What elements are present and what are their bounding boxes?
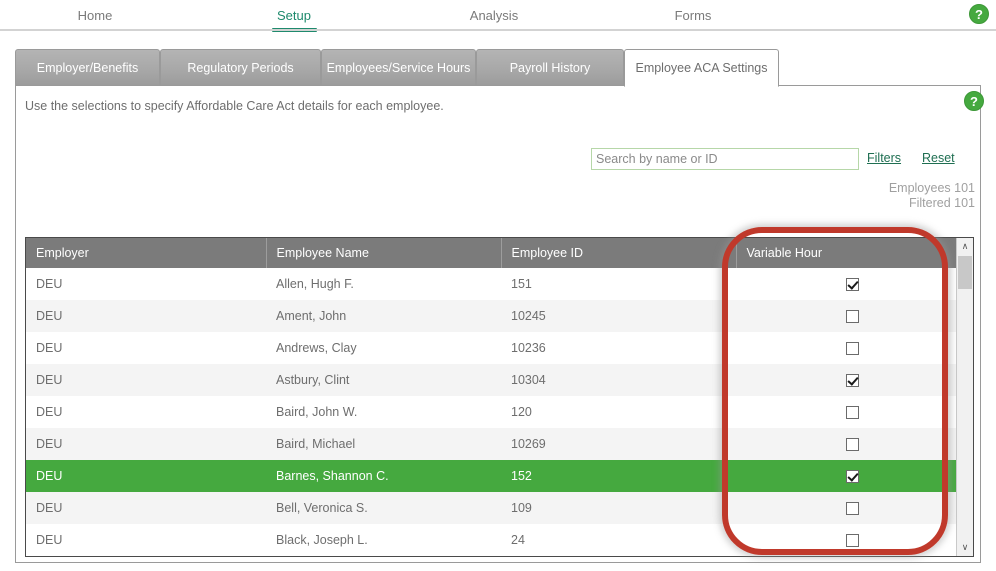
cell-employee-name: Allen, Hugh F.	[266, 268, 501, 300]
employees-count: Employees 101	[888, 181, 975, 195]
tab-employees-service-hours[interactable]: Employees/Service Hours	[321, 49, 476, 86]
cell-employee-name: Barnes, Shannon C.	[266, 460, 501, 492]
cell-employee-name: Ament, John	[266, 300, 501, 332]
tab-regulatory-periods[interactable]: Regulatory Periods	[160, 49, 321, 86]
cell-employer: DEU	[26, 364, 266, 396]
reset-link[interactable]: Reset	[922, 151, 955, 165]
cell-employee-name: Astbury, Clint	[266, 364, 501, 396]
column-header-variable-hour[interactable]: Variable Hour	[736, 238, 956, 268]
cell-employee-name: Baird, John W.	[266, 396, 501, 428]
search-input[interactable]	[591, 148, 859, 170]
scrollbar-thumb[interactable]	[958, 256, 972, 289]
filtered-count: Filtered 101	[908, 196, 975, 210]
variable-hour-checkbox[interactable]	[845, 470, 859, 484]
help-icon-top[interactable]: ?	[969, 4, 989, 24]
column-header-employer[interactable]: Employer	[26, 238, 267, 268]
grid-scroll-area: Employer Employee Name Employee ID Varia…	[26, 238, 956, 556]
help-icon-panel[interactable]: ?	[964, 91, 984, 111]
cell-employee-name: Baird, Michael	[266, 428, 501, 460]
cell-variable-hour	[736, 332, 956, 364]
cell-variable-hour	[736, 364, 956, 396]
variable-hour-checkbox[interactable]	[845, 374, 859, 388]
variable-hour-checkbox[interactable]	[845, 342, 859, 356]
scroll-up-arrow-icon[interactable]: ∧	[957, 238, 973, 255]
cell-employee-id: 10304	[501, 364, 736, 396]
filters-link[interactable]: Filters	[867, 151, 901, 165]
cell-employee-id: 120	[501, 396, 736, 428]
tab-employee-aca-settings[interactable]: Employee ACA Settings	[624, 49, 779, 87]
cell-variable-hour	[736, 524, 956, 556]
cell-employer: DEU	[26, 396, 266, 428]
tab-payroll-history[interactable]: Payroll History	[476, 49, 624, 86]
nav-item-forms[interactable]: Forms	[618, 8, 768, 24]
cell-variable-hour	[736, 396, 956, 428]
nav-item-analysis[interactable]: Analysis	[419, 8, 569, 24]
table-row[interactable]: DEU Allen, Hugh F. 151	[26, 268, 956, 300]
table-row[interactable]: DEU Baird, John W. 120	[26, 396, 956, 428]
table-row[interactable]: DEU Baird, Michael 10269	[26, 428, 956, 460]
column-header-employee-id[interactable]: Employee ID	[501, 238, 737, 268]
variable-hour-checkbox[interactable]	[845, 502, 859, 516]
cell-variable-hour	[736, 492, 956, 524]
cell-employee-id: 109	[501, 492, 736, 524]
record-counts: Employees 101 Filtered 101	[716, 181, 975, 211]
cell-employer: DEU	[26, 492, 266, 524]
employee-table: Employer Employee Name Employee ID Varia…	[26, 238, 956, 556]
column-header-employee-name[interactable]: Employee Name	[266, 238, 502, 268]
cell-employer: DEU	[26, 460, 266, 492]
cell-employee-id: 10245	[501, 300, 736, 332]
cell-employee-id: 151	[501, 268, 736, 300]
instruction-text: Use the selections to specify Affordable…	[25, 99, 444, 113]
cell-employer: DEU	[26, 300, 266, 332]
cell-employee-name: Bell, Veronica S.	[266, 492, 501, 524]
cell-employee-id: 24	[501, 524, 736, 556]
variable-hour-checkbox[interactable]	[845, 438, 859, 452]
cell-variable-hour	[736, 268, 956, 300]
cell-employer: DEU	[26, 428, 266, 460]
table-row[interactable]: DEU Bell, Veronica S. 109	[26, 492, 956, 524]
table-row[interactable]: DEU Black, Joseph L. 24	[26, 524, 956, 556]
table-row[interactable]: DEU Ament, John 10245	[26, 300, 956, 332]
table-header-row: Employer Employee Name Employee ID Varia…	[26, 238, 956, 268]
variable-hour-checkbox[interactable]	[845, 406, 859, 420]
top-navigation-bar: Home Setup Analysis Forms ?	[0, 0, 996, 32]
cell-employee-id: 152	[501, 460, 736, 492]
cell-variable-hour	[736, 428, 956, 460]
vertical-scrollbar[interactable]: ∧ ∨	[956, 238, 973, 556]
table-row[interactable]: DEU Barnes, Shannon C. 152	[26, 460, 956, 492]
table-body: DEU Allen, Hugh F. 151 DEU Ament, John 10245 D…	[26, 268, 956, 556]
cell-employee-id: 10269	[501, 428, 736, 460]
cell-variable-hour	[736, 460, 956, 492]
employee-grid: Employer Employee Name Employee ID Varia…	[25, 237, 974, 557]
nav-item-setup[interactable]: Setup	[219, 8, 369, 24]
nav-item-home[interactable]: Home	[20, 8, 170, 24]
cell-employee-id: 10236	[501, 332, 736, 364]
question-mark-icon: ?	[964, 91, 984, 111]
search-row: Filters Reset	[16, 148, 982, 174]
table-row[interactable]: DEU Astbury, Clint 10304	[26, 364, 956, 396]
variable-hour-checkbox[interactable]	[845, 534, 859, 548]
table-row[interactable]: DEU Andrews, Clay 10236	[26, 332, 956, 364]
variable-hour-checkbox[interactable]	[845, 278, 859, 292]
tab-bar: Employer/Benefits Regulatory Periods Emp…	[15, 49, 981, 87]
cell-employee-name: Andrews, Clay	[266, 332, 501, 364]
cell-variable-hour	[736, 300, 956, 332]
cell-employer: DEU	[26, 524, 266, 556]
question-mark-icon: ?	[969, 4, 989, 24]
cell-employer: DEU	[26, 268, 266, 300]
content-panel: ? Use the selections to specify Affordab…	[15, 85, 984, 563]
scroll-down-arrow-icon[interactable]: ∨	[957, 539, 973, 556]
tab-employer-benefits[interactable]: Employer/Benefits	[15, 49, 160, 86]
cell-employee-name: Black, Joseph L.	[266, 524, 501, 556]
nav-divider	[0, 29, 996, 31]
cell-employer: DEU	[26, 332, 266, 364]
variable-hour-checkbox[interactable]	[845, 310, 859, 324]
